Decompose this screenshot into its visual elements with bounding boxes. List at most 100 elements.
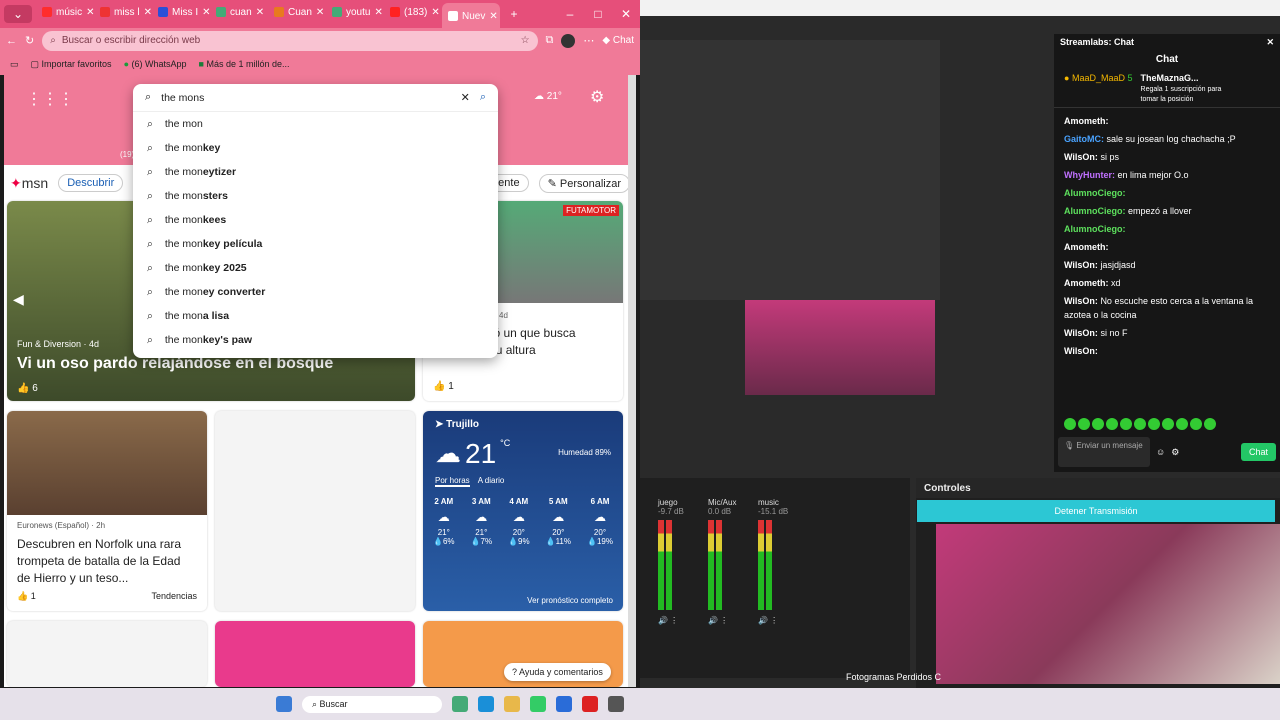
weather-card[interactable]: ➤ Trujillo ☁ 21 °C Humedad 89% Por horas… xyxy=(423,411,623,611)
clear-icon[interactable]: ✕ xyxy=(461,91,470,104)
chat-username[interactable]: Amometh: xyxy=(1064,278,1109,288)
tab[interactable]: cuan ✕ xyxy=(210,1,268,23)
tab[interactable]: músic ✕ xyxy=(36,1,94,23)
mixer-settings-icon[interactable]: 🔊 ⋮ xyxy=(658,616,696,625)
profile-avatar[interactable] xyxy=(561,33,576,48)
chat-username[interactable]: WilsOn: xyxy=(1064,296,1098,306)
chat-username[interactable]: WilsOn: xyxy=(1064,346,1098,356)
mixer-settings-icon[interactable]: 🔊 ⋮ xyxy=(708,616,746,625)
discover-tab[interactable]: Descubrir xyxy=(58,174,124,192)
opera-icon[interactable] xyxy=(582,696,598,712)
news-like[interactable]: 👍 1 xyxy=(17,591,36,602)
settings-icon[interactable]: ⚙ xyxy=(1171,447,1179,458)
mixer-settings-icon[interactable]: 🔊 ⋮ xyxy=(758,616,796,625)
copilot-button[interactable]: ◆ Chat xyxy=(602,35,634,46)
tab[interactable]: miss l ✕ xyxy=(94,1,152,23)
search-suggestion[interactable]: ⌕ the monkees xyxy=(133,208,498,232)
tab[interactable]: (183) ✕ xyxy=(384,1,442,23)
chat-username[interactable]: AlumnoCiego: xyxy=(1064,224,1126,234)
refresh-icon[interactable]: ↻ xyxy=(25,34,34,47)
chat-username[interactable]: AlumnoCiego: xyxy=(1064,206,1126,216)
search-box[interactable]: ⌕ the mons ✕ ⌕ xyxy=(133,84,498,112)
chat-send-button[interactable]: Chat xyxy=(1240,443,1276,461)
chat-username[interactable]: Amometh: xyxy=(1064,116,1109,126)
news-tag[interactable]: Tendencias xyxy=(151,591,197,602)
weather-chip[interactable]: ☁ 21° xyxy=(534,91,562,102)
close-tab-icon[interactable]: ✕ xyxy=(202,7,210,18)
feedback-button[interactable]: ? Ayuda y comentarios xyxy=(504,663,611,681)
favorite-more[interactable]: ■ Más de 1 millón de... xyxy=(199,59,290,69)
close-tab-icon[interactable]: ✕ xyxy=(431,7,439,18)
side-like[interactable]: 👍 1 xyxy=(433,381,454,392)
search-suggestion[interactable]: ⌕ the monkey 2025 xyxy=(133,256,498,280)
weather-city[interactable]: ➤ Trujillo xyxy=(423,411,623,438)
favorite-whatsapp[interactable]: ● (6) WhatsApp xyxy=(124,59,187,69)
search-suggestion[interactable]: ⌕ the monsters xyxy=(133,184,498,208)
stop-stream-button[interactable]: Detener Transmisión xyxy=(917,500,1275,522)
app-icon[interactable] xyxy=(452,696,468,712)
news-card[interactable]: Euronews (Español) · 2h Descubren en Nor… xyxy=(7,411,207,611)
taskbar-search[interactable]: ⌕ Buscar xyxy=(302,695,442,713)
chat-username[interactable]: WilsOn: xyxy=(1064,328,1098,338)
page-scrollbar[interactable] xyxy=(628,75,636,687)
search-suggestion[interactable]: ⌕ the monkey xyxy=(133,136,498,160)
search-suggestion[interactable]: ⌕ the money converter xyxy=(133,280,498,304)
favorite-import[interactable]: ▢ Importar favoritos xyxy=(31,59,112,70)
tab-daily[interactable]: A diario xyxy=(478,476,505,487)
search-suggestion[interactable]: ⌕ the monkey película xyxy=(133,232,498,256)
tab[interactable]: Miss I ✕ xyxy=(152,1,210,23)
chat-input[interactable]: 🎙 Enviar un mensaje xyxy=(1058,437,1150,467)
settings-gear-icon[interactable]: ⚙ xyxy=(590,87,604,107)
chat-username[interactable]: WilsOn: xyxy=(1064,260,1098,270)
back-icon[interactable]: ← xyxy=(6,35,17,47)
search-input[interactable]: the mons xyxy=(161,92,204,104)
tab-actions-icon[interactable]: ⌄ xyxy=(4,5,32,23)
msn-logo[interactable]: ✦msn xyxy=(10,175,48,192)
carousel-prev-icon[interactable]: ◀ xyxy=(13,291,24,308)
search-suggestion[interactable]: ⌕ the mona lisa xyxy=(133,304,498,328)
tab[interactable]: Cuan ✕ xyxy=(268,1,326,23)
close-window-button[interactable]: ✕ xyxy=(612,7,640,21)
emote-icon[interactable]: ☺ xyxy=(1156,447,1165,457)
chat-username[interactable]: Amometh: xyxy=(1064,242,1109,252)
chat-username[interactable]: AlumnoCiego: xyxy=(1064,188,1126,198)
edge-icon[interactable] xyxy=(478,696,494,712)
search-suggestion[interactable]: ⌕ the monkey's paw xyxy=(133,328,498,352)
personalize-button[interactable]: ✎ Personalizar xyxy=(538,173,630,193)
close-tab-icon[interactable]: ✕ xyxy=(316,7,324,18)
tab-hourly[interactable]: Por horas xyxy=(435,476,470,487)
news-title[interactable]: Descubren en Norfolk una rara trompeta d… xyxy=(7,536,207,587)
new-tab-button[interactable]: + xyxy=(500,7,528,21)
minimize-button[interactable]: – xyxy=(556,7,584,21)
webcam-view xyxy=(936,524,1280,684)
outlook-icon[interactable] xyxy=(556,696,572,712)
search-submit-icon[interactable]: ⌕ xyxy=(480,91,486,104)
tab[interactable]: youtu ✕ xyxy=(326,1,384,23)
apps-grid-icon[interactable]: ⋮⋮⋮ xyxy=(26,89,74,109)
chat-username[interactable]: GaitoMC: xyxy=(1064,134,1104,144)
sidebar-icon[interactable]: ▭ xyxy=(10,59,19,70)
store-icon[interactable] xyxy=(530,696,546,712)
close-tab-icon[interactable]: ✕ xyxy=(374,7,382,18)
chat-username[interactable]: WilsOn: xyxy=(1064,152,1098,162)
tab[interactable]: Nuev ✕ xyxy=(442,3,500,29)
chat-username[interactable]: WhyHunter: xyxy=(1064,170,1115,180)
start-icon[interactable] xyxy=(276,696,292,712)
weather-forecast-link[interactable]: Ver pronóstico completo xyxy=(527,596,613,605)
address-bar[interactable]: ⌕ Buscar o escribir dirección web ☆ xyxy=(42,30,538,51)
favorite-star-icon[interactable]: ☆ xyxy=(521,35,530,46)
maximize-button[interactable]: □ xyxy=(584,7,612,21)
close-tab-icon[interactable]: ✕ xyxy=(256,7,264,18)
more-icon[interactable]: ⋯ xyxy=(583,34,594,47)
hero-like[interactable]: 👍 6 xyxy=(17,383,38,394)
close-tab-icon[interactable]: ✕ xyxy=(86,7,94,18)
chat-close-icon[interactable]: ✕ xyxy=(1266,37,1274,48)
search-suggestion[interactable]: ⌕ the moneytizer xyxy=(133,160,498,184)
search-suggestion[interactable]: ⌕ the mon xyxy=(133,112,498,136)
folder-icon[interactable] xyxy=(504,696,520,712)
app-icon-2[interactable] xyxy=(608,696,624,712)
close-tab-icon[interactable]: ✕ xyxy=(489,11,497,22)
emote-row xyxy=(1064,418,1218,432)
collections-icon[interactable]: ⧉ xyxy=(546,34,554,47)
close-tab-icon[interactable]: ✕ xyxy=(144,7,152,18)
